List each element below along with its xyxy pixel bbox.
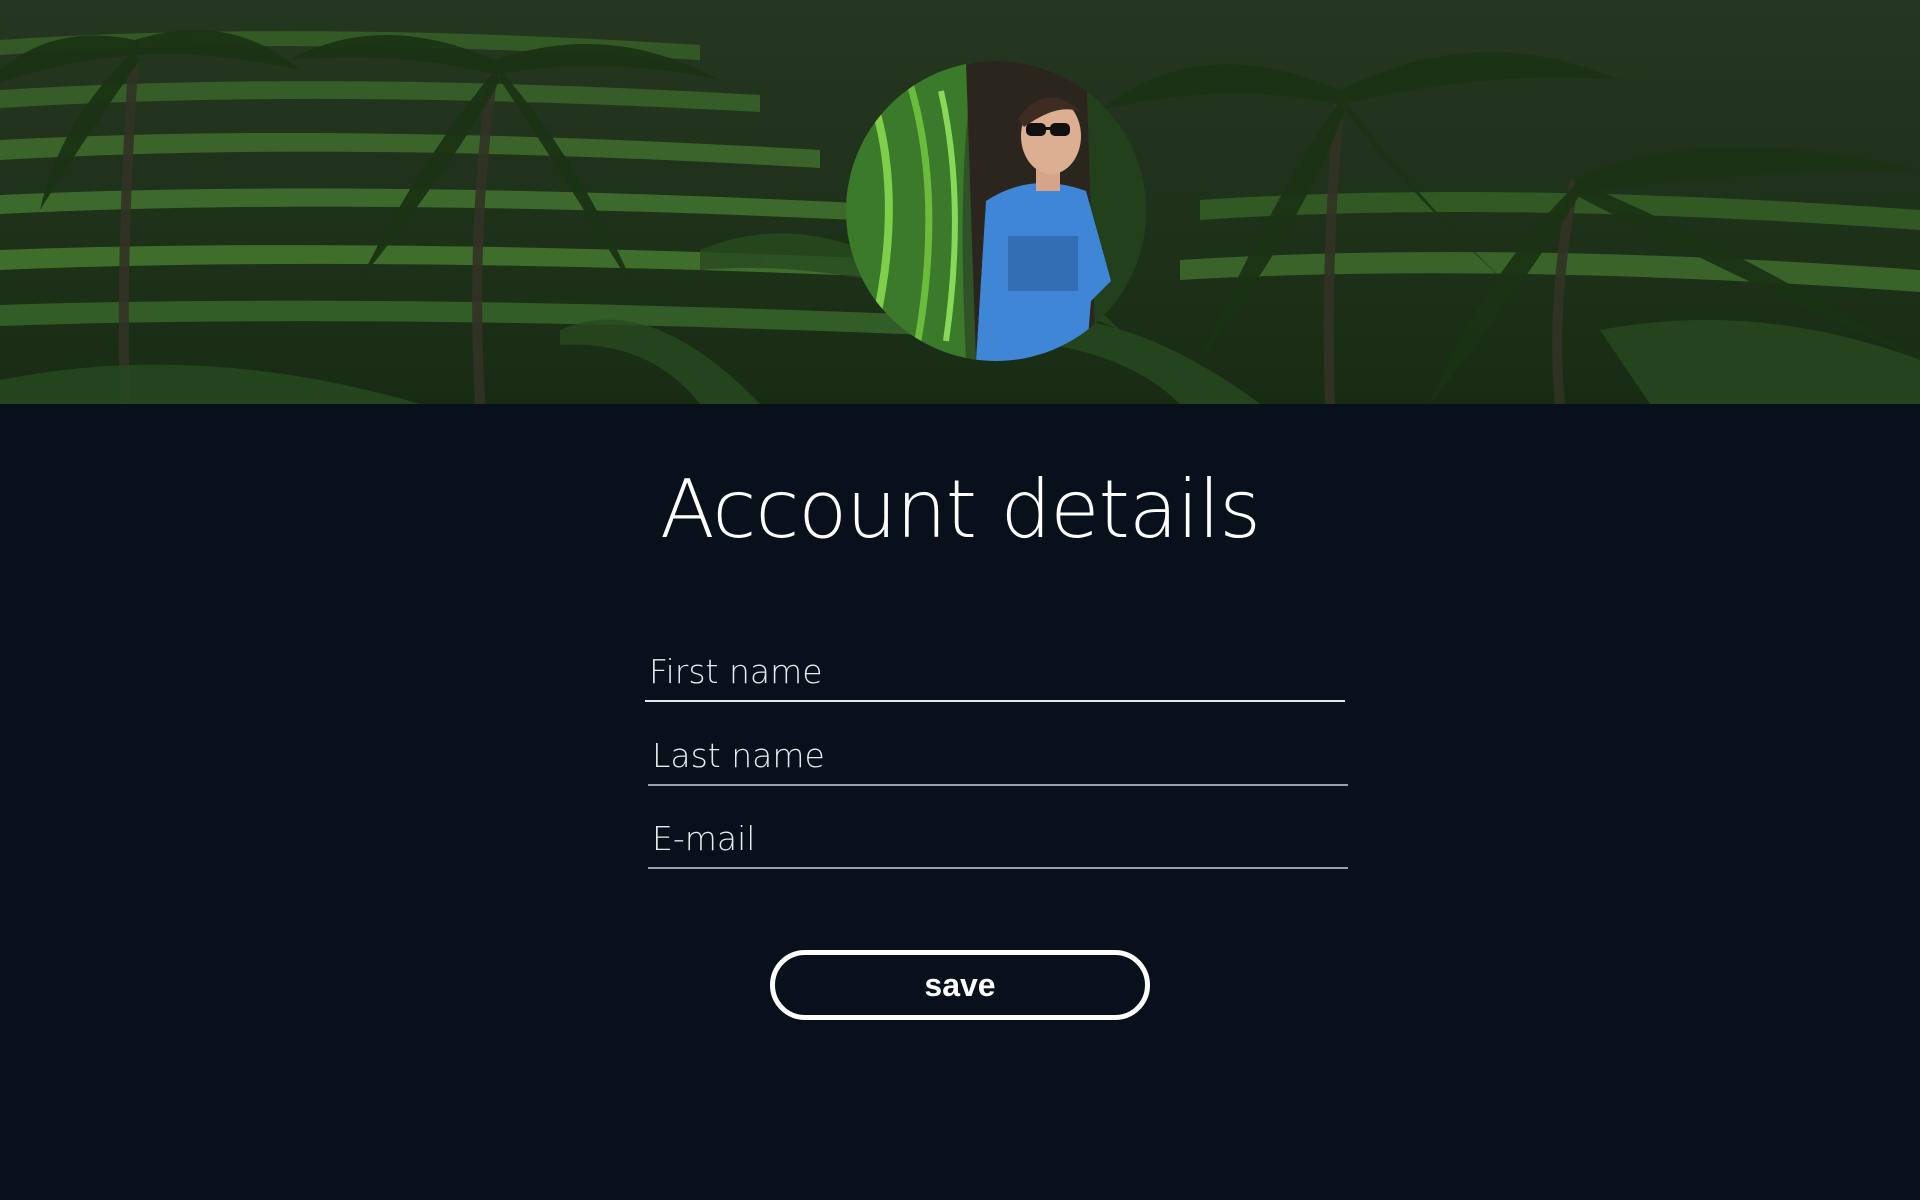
last-name-field-wrapper <box>648 732 1348 786</box>
page-title: Account details <box>660 463 1261 556</box>
avatar[interactable] <box>846 61 1146 361</box>
save-button[interactable]: save <box>770 950 1150 1020</box>
email-input[interactable] <box>648 815 1348 869</box>
account-page: Account details save <box>0 0 1920 1200</box>
email-field-wrapper <box>648 815 1348 869</box>
user-avatar-photo-icon <box>846 61 1146 361</box>
first-name-field-wrapper <box>645 648 1345 702</box>
first-name-input[interactable] <box>645 648 1345 702</box>
last-name-input[interactable] <box>648 732 1348 786</box>
